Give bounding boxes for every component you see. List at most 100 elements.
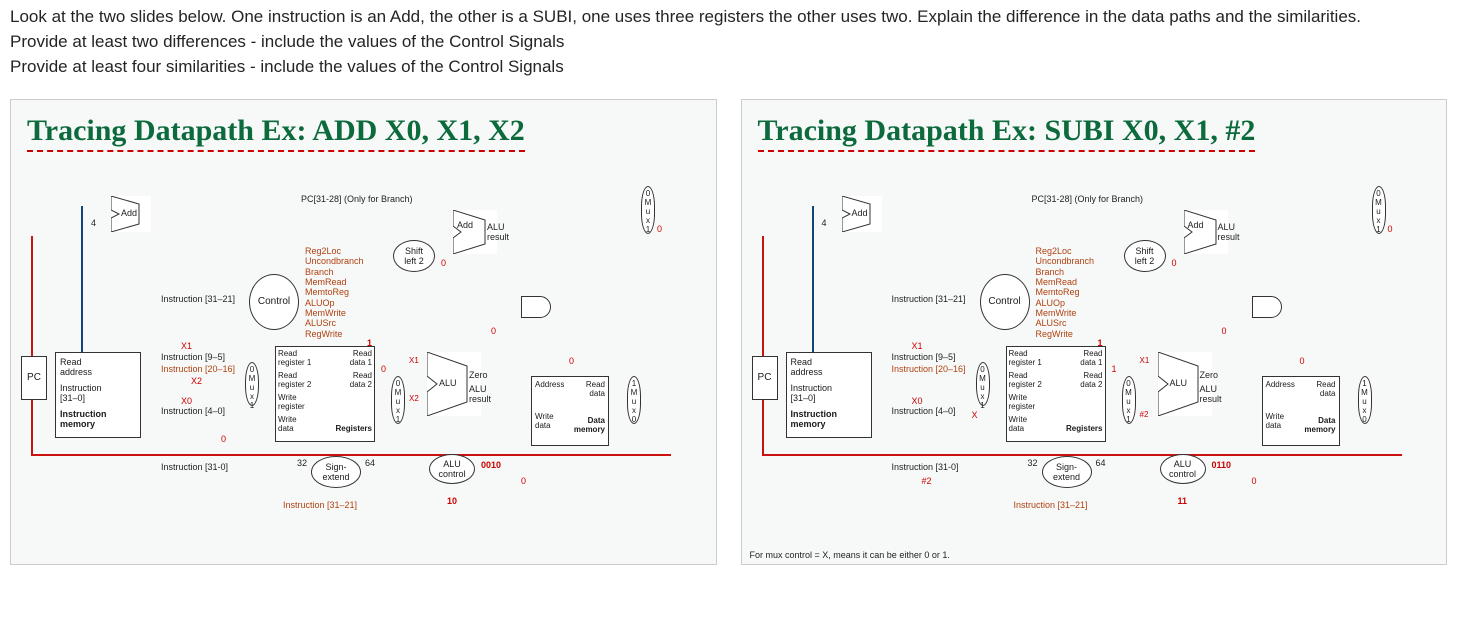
mux-alusrc: 0 M u x 1 bbox=[1122, 376, 1136, 424]
instruction-memory: Read address Instruction [31–0] Instruct… bbox=[55, 352, 141, 438]
memread-0: 0 bbox=[569, 356, 574, 366]
pc-branch-note: PC[31-28] (Only for Branch) bbox=[301, 194, 413, 204]
sign-in-32: 32 bbox=[297, 458, 307, 468]
sign-extend: Sign-extend bbox=[1042, 456, 1092, 488]
imm-hash2: #2 bbox=[922, 476, 932, 486]
field-9-5: Instruction [9–5] bbox=[892, 352, 956, 362]
mux-memtoreg: 1 M u x 0 bbox=[627, 376, 641, 424]
footnote: For mux control = X, means it can be eit… bbox=[750, 550, 950, 560]
alu-control-out: 0010 bbox=[481, 460, 501, 470]
path-red bbox=[31, 236, 33, 456]
path-red bbox=[762, 236, 764, 456]
alu-control-out: 0110 bbox=[1212, 460, 1232, 470]
mux-pcsrc: 0 M u x 1 bbox=[641, 186, 655, 234]
path-red bbox=[31, 454, 671, 456]
datapath-add: PC Read address Instruction [31–0] Instr… bbox=[21, 166, 706, 526]
field-31-21: Instruction [31–21] bbox=[892, 294, 966, 304]
branch-and-0: 0 bbox=[1222, 326, 1227, 336]
question-prompt: Look at the two slides below. One instru… bbox=[0, 0, 1457, 99]
memwrite-0: 0 bbox=[1252, 476, 1257, 486]
slide-subi: Tracing Datapath Ex: SUBI X0, X1, #2 PC … bbox=[741, 99, 1448, 565]
control-unit: Control bbox=[249, 274, 299, 330]
sign-out-64: 64 bbox=[1096, 458, 1106, 468]
mux-out-hash2: #2 bbox=[1140, 410, 1149, 419]
reg-x1: X1 bbox=[912, 341, 923, 351]
mux-reg2loc: 0 M u x 1 bbox=[245, 362, 259, 406]
sign-in-32: 32 bbox=[1028, 458, 1038, 468]
field-31-0: Instruction [31-0] bbox=[161, 462, 228, 472]
shift-out-0: 0 bbox=[441, 258, 446, 268]
slide-add: Tracing Datapath Ex: ADD X0, X1, X2 PC R… bbox=[10, 99, 717, 565]
rd1-x1: X1 bbox=[409, 356, 419, 365]
reg-x0: X0 bbox=[181, 396, 192, 406]
instruction-memory: Read address Instruction [31–0] Instruct… bbox=[786, 352, 872, 438]
data-memory: AddressReaddata Writedata Datamemory bbox=[531, 376, 609, 446]
alu-control: ALUcontrol bbox=[1160, 454, 1206, 484]
alu: ALU Zero ALU result bbox=[1158, 352, 1212, 416]
sign-out-64: 64 bbox=[365, 458, 375, 468]
memread-0: 0 bbox=[1300, 356, 1305, 366]
mux-reg2loc: 0 M u x 1 bbox=[976, 362, 990, 406]
alu-op-in: 10 bbox=[447, 496, 457, 506]
field-4-0: Instruction [4–0] bbox=[892, 406, 956, 416]
prompt-line-2: Provide at least two differences - inclu… bbox=[10, 31, 1447, 54]
adder-branch: Add ALU result bbox=[1184, 210, 1228, 254]
shift-left-2: Shiftleft 2 bbox=[1124, 240, 1166, 272]
mux-memtoreg: 1 M u x 0 bbox=[1358, 376, 1372, 424]
field-4-0: Instruction [4–0] bbox=[161, 406, 225, 416]
adder-pc4: Add bbox=[111, 196, 151, 232]
pcsrc-0: 0 bbox=[657, 224, 662, 234]
pcsrc-0: 0 bbox=[1388, 224, 1393, 234]
control-signals: Reg2Loc Uncondbranch Branch MemRead Memt… bbox=[305, 246, 364, 339]
slide-subi-title: Tracing Datapath Ex: SUBI X0, X1, #2 bbox=[758, 114, 1256, 152]
mux-out-x2: X2 bbox=[409, 394, 419, 403]
alu: ALU Zero ALU result bbox=[427, 352, 481, 416]
field-31-0: Instruction [31-0] bbox=[892, 462, 959, 472]
pc-branch-note: PC[31-28] (Only for Branch) bbox=[1032, 194, 1144, 204]
control-signals: Reg2Loc Uncondbranch Branch MemRead Memt… bbox=[1036, 246, 1095, 339]
const-4: 4 bbox=[91, 218, 96, 228]
datapath-subi: PC Read address Instruction [31–0] Instr… bbox=[752, 166, 1437, 526]
field-20-16: Instruction [20–16] bbox=[892, 364, 966, 374]
slides-row: Tracing Datapath Ex: ADD X0, X1, X2 PC R… bbox=[0, 99, 1457, 575]
field-20-16: Instruction [20–16] bbox=[161, 364, 235, 374]
adder-branch: Add ALU result bbox=[453, 210, 497, 254]
const-4: 4 bbox=[822, 218, 827, 228]
field-31-21-b: Instruction [31–21] bbox=[1014, 500, 1088, 510]
path-blue bbox=[81, 206, 83, 366]
alu-control: ALUcontrol bbox=[429, 454, 475, 484]
control-unit: Control bbox=[980, 274, 1030, 330]
zero-path: 0 bbox=[221, 434, 226, 444]
reg-x1: X1 bbox=[181, 341, 192, 351]
register-file: Readregister 1Readdata 1 Readregister 2R… bbox=[1006, 346, 1106, 442]
slide-add-title: Tracing Datapath Ex: ADD X0, X1, X2 bbox=[27, 114, 525, 152]
sign-extend: Sign-extend bbox=[311, 456, 361, 488]
alusrc-value: 0 bbox=[381, 364, 386, 374]
pc-block: PC bbox=[21, 356, 47, 400]
memwrite-0: 0 bbox=[521, 476, 526, 486]
mux-ctrl-x: X bbox=[972, 410, 978, 420]
register-file: Readregister 1Readdata 1 Readregister 2R… bbox=[275, 346, 375, 442]
mux-pcsrc: 0 M u x 1 bbox=[1372, 186, 1386, 234]
and-gate bbox=[1252, 296, 1282, 318]
reg-x0: X0 bbox=[912, 396, 923, 406]
data-memory: AddressReaddata Writedata Datamemory bbox=[1262, 376, 1340, 446]
reg-x2: X2 bbox=[191, 376, 202, 386]
prompt-line-3: Provide at least four similarities - inc… bbox=[10, 56, 1447, 79]
alu-op-in: 11 bbox=[1178, 496, 1188, 506]
mux-alusrc: 0 M u x 1 bbox=[391, 376, 405, 424]
shift-out-0: 0 bbox=[1172, 258, 1177, 268]
adder-pc4: Add bbox=[842, 196, 882, 232]
branch-and-0: 0 bbox=[491, 326, 496, 336]
path-red bbox=[762, 454, 1402, 456]
and-gate bbox=[521, 296, 551, 318]
alusrc-value: 1 bbox=[1112, 364, 1117, 374]
prompt-line-1: Look at the two slides below. One instru… bbox=[10, 6, 1447, 29]
rd1-x1: X1 bbox=[1140, 356, 1150, 365]
field-31-21-b: Instruction [31–21] bbox=[283, 500, 357, 510]
field-31-21: Instruction [31–21] bbox=[161, 294, 235, 304]
path-blue bbox=[812, 206, 814, 366]
shift-left-2: Shiftleft 2 bbox=[393, 240, 435, 272]
pc-block: PC bbox=[752, 356, 778, 400]
field-9-5: Instruction [9–5] bbox=[161, 352, 225, 362]
